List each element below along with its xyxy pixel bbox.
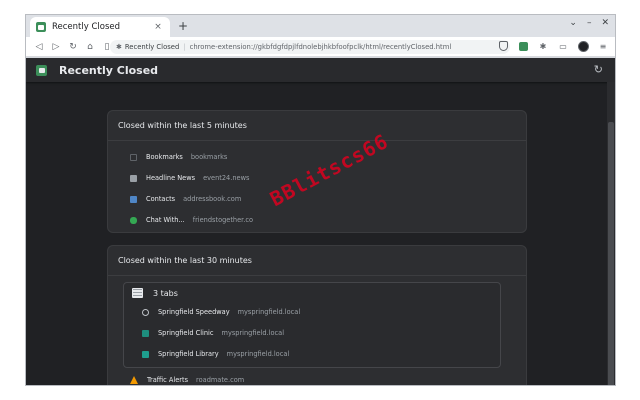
item-url: addressbook.com bbox=[183, 195, 242, 203]
address-bar[interactable]: ✱ Recently Closed | chrome-extension://g… bbox=[110, 40, 510, 54]
profile-avatar[interactable] bbox=[577, 40, 589, 52]
new-tab-button[interactable]: + bbox=[176, 19, 190, 33]
window-icon bbox=[132, 288, 143, 298]
refresh-icon[interactable]: ↻ bbox=[594, 63, 603, 76]
item-title: Springfield Speedway bbox=[158, 308, 230, 316]
list-item[interactable]: Springfield Clinic myspringfield.local bbox=[142, 327, 284, 339]
extension-page: Recently Closed ↻ Closed within the last… bbox=[26, 58, 615, 385]
clinic-icon bbox=[142, 329, 149, 337]
toolbar-icons: ✱ ▭ ≡ bbox=[497, 40, 609, 52]
omnibox-extension-name: Recently Closed bbox=[124, 43, 180, 51]
window-controls: ⌄ – ✕ bbox=[569, 18, 609, 28]
close-window-icon[interactable]: ✕ bbox=[601, 18, 609, 28]
side-panel-icon[interactable]: ▭ bbox=[557, 40, 569, 52]
library-icon bbox=[142, 350, 149, 358]
omnibox-separator: | bbox=[183, 43, 186, 51]
item-url: event24.news bbox=[203, 174, 250, 182]
bookmark-icon bbox=[130, 153, 137, 161]
contacts-icon bbox=[130, 195, 137, 203]
scrollbar[interactable] bbox=[607, 82, 615, 385]
browser-toolbar: ◁ ▷ ↻ ⌂ ▯ ✱ Recently Closed | chrome-ext… bbox=[26, 37, 615, 57]
item-url: myspringfield.local bbox=[226, 350, 290, 358]
section-title: Closed within the last 30 minutes bbox=[108, 246, 526, 276]
reload-icon[interactable]: ↻ bbox=[65, 39, 81, 55]
traffic-cone-icon bbox=[130, 376, 138, 384]
tab-group-label: 3 tabs bbox=[153, 288, 178, 298]
list-item[interactable]: Springfield Library myspringfield.local bbox=[142, 348, 289, 360]
list-item[interactable]: Contacts addressbook.com bbox=[130, 193, 241, 205]
item-url: roadmate.com bbox=[196, 376, 245, 384]
minimize-icon[interactable]: – bbox=[587, 18, 592, 28]
tab-title: Recently Closed bbox=[52, 22, 121, 32]
menu-icon[interactable]: ≡ bbox=[597, 40, 609, 52]
news-icon bbox=[130, 174, 137, 182]
list-item[interactable]: Headline News event24.news bbox=[130, 172, 249, 184]
tab-recently-closed[interactable]: Recently Closed × bbox=[30, 17, 170, 37]
chat-icon bbox=[130, 216, 137, 224]
item-url: friendstogether.co bbox=[192, 216, 254, 224]
app-logo-icon bbox=[36, 64, 47, 76]
tab-search-icon[interactable]: ⌄ bbox=[569, 18, 577, 28]
extension-favicon-icon bbox=[36, 22, 46, 32]
tab-strip: Recently Closed × + ⌄ – ✕ bbox=[26, 15, 615, 37]
item-title: Springfield Library bbox=[158, 350, 219, 358]
item-title: Contacts bbox=[146, 195, 176, 203]
page-title: Recently Closed bbox=[59, 63, 159, 77]
item-url: myspringfield.local bbox=[237, 308, 301, 316]
item-title: Traffic Alerts bbox=[147, 376, 189, 384]
item-url: myspringfield.local bbox=[221, 329, 285, 337]
tab-group[interactable]: 3 tabs Springfield Speedway myspringfiel… bbox=[123, 282, 501, 368]
section-title: Closed within the last 5 minutes bbox=[108, 111, 526, 141]
recently-closed-extension-icon[interactable] bbox=[517, 40, 529, 52]
section-last-30-minutes: Closed within the last 30 minutes 3 tabs… bbox=[107, 245, 527, 385]
home-icon[interactable]: ⌂ bbox=[82, 39, 98, 55]
list-item[interactable]: Bookmarks bookmarks bbox=[130, 151, 227, 163]
list-item[interactable]: Springfield Speedway myspringfield.local bbox=[142, 306, 300, 318]
extensions-puzzle-icon[interactable]: ✱ bbox=[537, 40, 549, 52]
list-item[interactable]: Traffic Alerts roadmate.com bbox=[130, 374, 245, 385]
tab-close-icon[interactable]: × bbox=[152, 22, 164, 32]
back-icon[interactable]: ◁ bbox=[31, 39, 47, 55]
browser-window: Recently Closed × + ⌄ – ✕ ◁ ▷ ↻ ⌂ ▯ ✱ Re… bbox=[25, 14, 616, 386]
omnibox-url: chrome-extension://gkbfdgfdpjlfdnolebjhk… bbox=[189, 43, 452, 51]
item-title: Headline News bbox=[146, 174, 196, 182]
item-title: Springfield Clinic bbox=[158, 329, 214, 337]
extension-puzzle-icon: ✱ bbox=[116, 43, 122, 51]
item-title: Bookmarks bbox=[146, 153, 183, 161]
tab-group-header[interactable]: 3 tabs bbox=[132, 288, 178, 298]
app-header: Recently Closed ↻ bbox=[26, 58, 615, 82]
forward-icon[interactable]: ▷ bbox=[48, 39, 64, 55]
item-url: bookmarks bbox=[190, 153, 228, 161]
item-title: Chat With... bbox=[146, 216, 185, 224]
speedway-icon bbox=[142, 308, 149, 316]
list-item[interactable]: Chat With... friendstogether.co bbox=[130, 214, 253, 226]
shield-icon[interactable] bbox=[497, 40, 509, 52]
scrollbar-thumb[interactable] bbox=[608, 122, 614, 385]
